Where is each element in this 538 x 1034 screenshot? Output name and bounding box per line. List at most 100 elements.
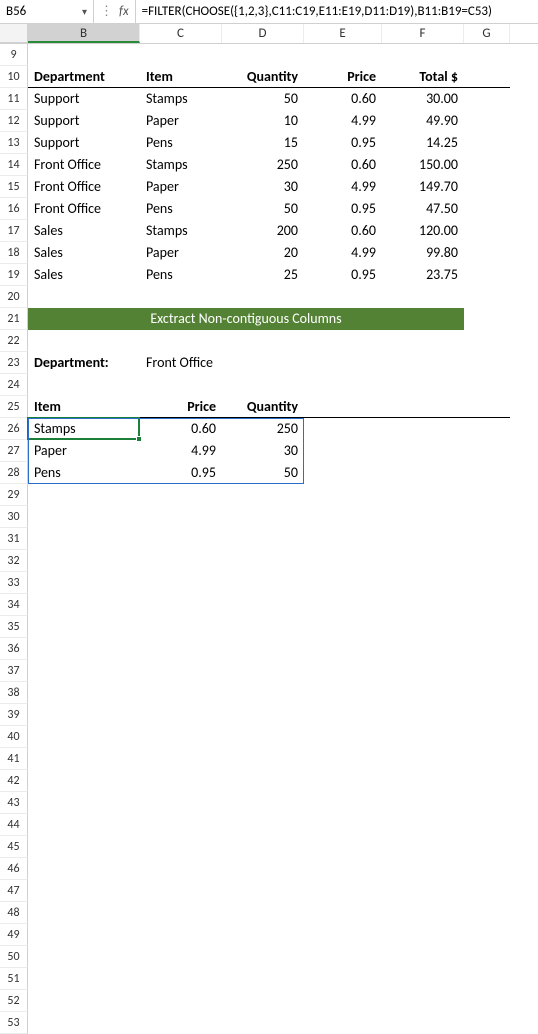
row-header[interactable]: 53 <box>0 1012 28 1034</box>
cell-dept[interactable]: Support <box>28 110 140 132</box>
row-header[interactable]: 23 <box>0 352 28 374</box>
cell-price[interactable]: 0.60 <box>304 220 382 242</box>
cell-dept[interactable]: Support <box>28 88 140 110</box>
cell-dept[interactable]: Sales <box>28 264 140 286</box>
cell-item[interactable]: Paper <box>28 440 140 462</box>
hdr-total[interactable]: Total $ <box>382 66 464 88</box>
cell-item[interactable]: Stamps <box>140 88 222 110</box>
cell-qty[interactable]: 50 <box>222 462 304 484</box>
cell-dept[interactable]: Front Office <box>28 176 140 198</box>
row-header[interactable]: 17 <box>0 220 28 242</box>
cell-dept[interactable]: Front Office <box>28 198 140 220</box>
row-header[interactable]: 26 <box>0 418 28 440</box>
cell-item[interactable]: Pens <box>140 198 222 220</box>
cell-item[interactable]: Pens <box>140 132 222 154</box>
hdr-price[interactable]: Price <box>304 66 382 88</box>
row-header[interactable]: 50 <box>0 946 28 968</box>
select-all-corner[interactable] <box>0 24 28 43</box>
cell-total[interactable]: 149.70 <box>382 176 464 198</box>
row-header[interactable]: 47 <box>0 880 28 902</box>
cell-qty[interactable]: 20 <box>222 242 304 264</box>
row-header[interactable]: 30 <box>0 506 28 528</box>
row-header[interactable]: 11 <box>0 88 28 110</box>
cell-dept[interactable]: Sales <box>28 220 140 242</box>
cells-area[interactable]: Department Item Quantity Price Total $ S… <box>28 44 538 1034</box>
col-header-E[interactable]: E <box>304 24 382 43</box>
dots-icon[interactable]: ⋮ <box>100 4 113 19</box>
row-header[interactable]: 45 <box>0 836 28 858</box>
col-header-D[interactable]: D <box>222 24 304 43</box>
row-header[interactable]: 14 <box>0 154 28 176</box>
hdr-dept[interactable]: Department <box>28 66 140 88</box>
row-header[interactable]: 51 <box>0 968 28 990</box>
cell-item[interactable]: Stamps <box>140 154 222 176</box>
cell-total[interactable]: 14.25 <box>382 132 464 154</box>
filter-value[interactable]: Front Office <box>140 352 222 374</box>
cell-qty[interactable]: 30 <box>222 440 304 462</box>
cell-qty[interactable]: 25 <box>222 264 304 286</box>
cell-qty[interactable]: 50 <box>222 88 304 110</box>
row-header[interactable]: 15 <box>0 176 28 198</box>
cell-price[interactable]: 0.60 <box>304 88 382 110</box>
cell-dept[interactable]: Sales <box>28 242 140 264</box>
cell-item[interactable]: Stamps <box>28 418 140 440</box>
rhdr-price[interactable]: Price <box>140 396 222 418</box>
name-box[interactable]: B56 ▾ <box>0 0 94 23</box>
row-header[interactable]: 24 <box>0 374 28 396</box>
cell-price[interactable]: 0.95 <box>140 462 222 484</box>
row-header[interactable]: 29 <box>0 484 28 506</box>
row-header[interactable]: 43 <box>0 792 28 814</box>
row-header[interactable]: 21 <box>0 308 28 330</box>
row-header[interactable]: 13 <box>0 132 28 154</box>
cell-item[interactable]: Stamps <box>140 220 222 242</box>
row-header[interactable]: 48 <box>0 902 28 924</box>
row-header[interactable]: 31 <box>0 528 28 550</box>
hdr-item[interactable]: Item <box>140 66 222 88</box>
cell-total[interactable]: 150.00 <box>382 154 464 176</box>
row-header[interactable]: 22 <box>0 330 28 352</box>
cell-price[interactable]: 0.95 <box>304 264 382 286</box>
row-header[interactable]: 41 <box>0 748 28 770</box>
cell-price[interactable]: 0.95 <box>304 132 382 154</box>
row-header[interactable]: 10 <box>0 66 28 88</box>
row-header[interactable]: 18 <box>0 242 28 264</box>
rhdr-item[interactable]: Item <box>28 396 140 418</box>
col-header-G[interactable]: G <box>464 24 510 43</box>
row-header[interactable]: 38 <box>0 682 28 704</box>
col-header-B[interactable]: B <box>28 24 140 43</box>
row-header[interactable]: 52 <box>0 990 28 1012</box>
row-header[interactable]: 49 <box>0 924 28 946</box>
formula-input[interactable]: =FILTER(CHOOSE({1,2,3},C11:C19,E11:E19,D… <box>136 0 538 23</box>
cell-qty[interactable]: 200 <box>222 220 304 242</box>
cell-item[interactable]: Paper <box>140 242 222 264</box>
row-header[interactable]: 20 <box>0 286 28 308</box>
row-header[interactable]: 40 <box>0 726 28 748</box>
cell-item[interactable]: Pens <box>140 264 222 286</box>
row-header[interactable]: 25 <box>0 396 28 418</box>
cell-price[interactable]: 4.99 <box>304 242 382 264</box>
row-header[interactable]: 37 <box>0 660 28 682</box>
cell-qty[interactable]: 50 <box>222 198 304 220</box>
cell-price[interactable]: 4.99 <box>304 176 382 198</box>
fx-icon[interactable]: fx <box>119 4 129 19</box>
hdr-qty[interactable]: Quantity <box>222 66 304 88</box>
cell-qty[interactable]: 15 <box>222 132 304 154</box>
row-header[interactable]: 42 <box>0 770 28 792</box>
row-header[interactable]: 19 <box>0 264 28 286</box>
fill-handle[interactable] <box>136 436 142 442</box>
cell-item[interactable]: Paper <box>140 110 222 132</box>
cell-qty[interactable]: 250 <box>222 418 304 440</box>
chevron-down-icon[interactable]: ▾ <box>82 5 87 18</box>
cell-qty[interactable]: 10 <box>222 110 304 132</box>
row-header[interactable]: 35 <box>0 616 28 638</box>
row-header[interactable]: 34 <box>0 594 28 616</box>
cell-total[interactable]: 23.75 <box>382 264 464 286</box>
row-header[interactable]: 32 <box>0 550 28 572</box>
cell-qty[interactable]: 250 <box>222 154 304 176</box>
cell-total[interactable]: 99.80 <box>382 242 464 264</box>
filter-label[interactable]: Department: <box>28 352 140 374</box>
cell-total[interactable]: 49.90 <box>382 110 464 132</box>
row-header[interactable]: 39 <box>0 704 28 726</box>
row-header[interactable]: 28 <box>0 462 28 484</box>
row-header[interactable]: 36 <box>0 638 28 660</box>
